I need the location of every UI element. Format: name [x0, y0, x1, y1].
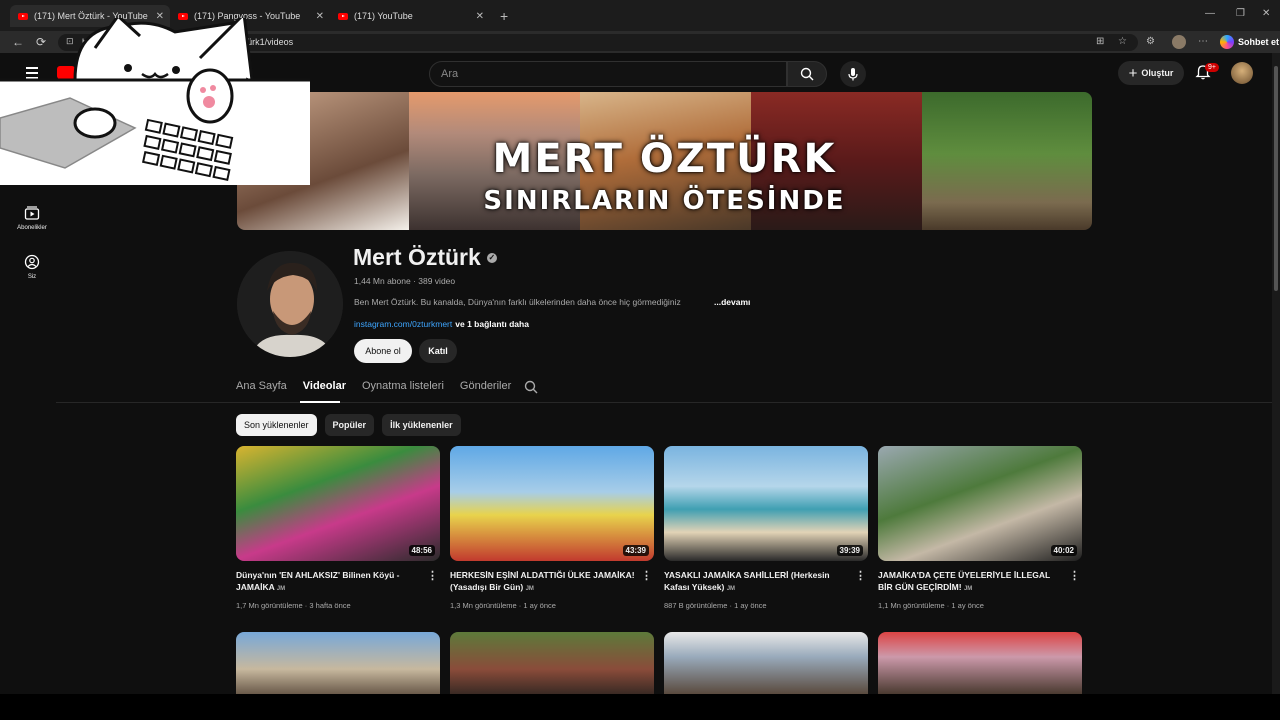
language-tag: JM [525, 586, 534, 592]
description-more-link[interactable]: ...devamı [714, 297, 750, 307]
more-icon[interactable]: ⋯ [1198, 36, 1208, 47]
language-tag: JM [276, 586, 286, 592]
channel-search-icon[interactable] [524, 380, 538, 394]
video-meta: 1,7 Mn görüntüleme · 3 hafta önce [236, 601, 351, 610]
create-button[interactable]: + Oluştur [1118, 61, 1184, 85]
channel-name: Mert Öztürk ✓ [353, 244, 497, 271]
channel-description[interactable]: Ben Mert Öztürk. Bu kanalda, Dünya'nın f… [354, 297, 681, 307]
profile-avatar[interactable] [1172, 35, 1186, 49]
tab-playlists[interactable]: Oynatma listeleri [362, 380, 444, 392]
video-thumbnail[interactable] [878, 632, 1082, 694]
microphone-icon [848, 68, 858, 81]
tab-videos[interactable]: Videolar [303, 380, 346, 392]
close-tab-icon[interactable]: ✕ [316, 11, 324, 22]
banner-title: MERT ÖZTÜRK [492, 136, 837, 182]
channel-banner: MERT ÖZTÜRK SINIRLARIN ÖTESİNDE [237, 92, 1092, 230]
cat-keyboard-sticker [0, 10, 310, 185]
channel-avatar[interactable] [237, 251, 343, 357]
account-avatar[interactable] [1231, 62, 1253, 84]
tab-title: (171) YouTube [354, 11, 413, 21]
active-tab-indicator [300, 401, 340, 403]
video-duration: 48:56 [408, 545, 435, 556]
voice-search-button[interactable] [840, 61, 866, 87]
sidebar-item-subscriptions[interactable]: Abonelikler [8, 205, 56, 231]
copilot-icon [1220, 35, 1234, 49]
video-thumbnail[interactable] [664, 632, 868, 694]
video-card[interactable]: 48:56 Dünya'nın 'EN AHLAKSIZ' Bilinen Kö… [236, 446, 440, 610]
video-meta: 887 B görüntüleme · 1 ay önce [664, 601, 767, 610]
close-tab-icon[interactable]: ✕ [476, 11, 484, 22]
notification-badge: 9+ [1205, 63, 1219, 72]
subscribe-button[interactable]: Abone ol [354, 339, 412, 363]
verified-icon: ✓ [486, 252, 497, 263]
create-label: Oluştur [1141, 68, 1174, 78]
channel-stats: 1,44 Mn abone · 389 video [354, 276, 456, 286]
youtube-favicon-icon [338, 12, 348, 20]
join-button[interactable]: Katıl [419, 339, 457, 363]
search-icon [800, 67, 814, 81]
plus-icon: + [500, 8, 509, 24]
you-icon [24, 254, 40, 270]
minimize-icon[interactable]: — [1205, 8, 1215, 19]
banner-subtitle: SINIRLARIN ÖTESİNDE [483, 186, 846, 216]
maximize-icon[interactable]: ❐ [1236, 8, 1245, 19]
video-title[interactable]: YASAKLI JAMAİKA SAHİLLERİ (Herkesin Kafa… [664, 569, 850, 595]
instagram-link[interactable]: instagram.com/0zturkmert [354, 319, 452, 329]
chip-oldest[interactable]: İlk yüklenenler [382, 414, 461, 436]
search-input[interactable]: Ara [429, 61, 787, 87]
new-tab-button[interactable]: + [492, 5, 516, 27]
channel-links: instagram.com/0zturkmert ve 1 bağlantı da… [354, 319, 529, 329]
favorite-icon[interactable]: ☆ [1118, 36, 1127, 47]
browser-tab[interactable]: (171) YouTube ✕ [330, 5, 490, 27]
extensions-icon[interactable]: ⚙ [1146, 36, 1155, 47]
video-card[interactable]: 39:39 YASAKLI JAMAİKA SAHİLLERİ (Herkesi… [664, 446, 868, 610]
language-tag: JM [963, 586, 973, 592]
video-title[interactable]: Dünya'nın 'EN AHLAKSIZ' Bilinen Köyü - J… [236, 569, 422, 595]
sidebar-item-label: Siz [27, 274, 37, 280]
video-thumbnail[interactable]: 43:39 [450, 446, 654, 561]
more-links-link[interactable]: ve 1 bağlantı daha [455, 319, 529, 329]
plus-icon: + [1128, 64, 1138, 82]
video-meta: 1,1 Mn görüntüleme · 1 ay önce [878, 601, 984, 610]
scrollbar-thumb[interactable] [1274, 66, 1278, 291]
copilot-label: Sohbet et [1238, 37, 1280, 47]
close-window-icon[interactable]: ✕ [1262, 8, 1270, 19]
video-duration: 43:39 [622, 545, 649, 556]
tabs-divider [56, 402, 1272, 403]
more-actions-icon[interactable]: ⋮ [427, 570, 438, 582]
channel-tabs: Ana Sayfa Videolar Oynatma listeleri Gön… [236, 380, 511, 392]
video-duration: 40:02 [1050, 545, 1077, 556]
video-duration: 39:39 [836, 545, 863, 556]
tab-posts[interactable]: Gönderiler [460, 380, 511, 392]
video-title[interactable]: HERKESİN EŞİNİ ALDATTIĞI ÜLKE JAMAİKA! (… [450, 569, 636, 595]
more-actions-icon[interactable]: ⋮ [1069, 570, 1080, 582]
video-thumbnail[interactable] [450, 632, 654, 694]
video-thumbnail[interactable]: 39:39 [664, 446, 868, 561]
tab-home[interactable]: Ana Sayfa [236, 380, 287, 392]
sort-chips: Son yüklenenler Popüler İlk yüklenenler [236, 414, 461, 436]
video-card[interactable]: 40:02 JAMAİKA'DA ÇETE ÜYELERİYLE İLLEGAL… [878, 446, 1082, 610]
chip-popular[interactable]: Popüler [324, 414, 375, 436]
sidebar-item-label: Abonelikler [17, 225, 47, 231]
chip-latest[interactable]: Son yüklenenler [236, 414, 317, 436]
more-actions-icon[interactable]: ⋮ [641, 570, 652, 582]
sidebar-item-you[interactable]: Siz [8, 254, 56, 280]
video-meta: 1,3 Mn görüntüleme · 1 ay önce [450, 601, 556, 610]
subscriptions-icon [24, 206, 40, 220]
video-title[interactable]: JAMAİKA'DA ÇETE ÜYELERİYLE İLLEGAL BİR G… [878, 569, 1064, 595]
channel-name-text: Mert Öztürk [353, 244, 481, 270]
apps-icon[interactable]: ⊞ [1096, 36, 1104, 47]
video-thumbnail[interactable] [236, 632, 440, 694]
language-tag: JM [726, 586, 736, 592]
copilot-button[interactable]: Sohbet et [1220, 35, 1279, 49]
more-actions-icon[interactable]: ⋮ [855, 570, 866, 582]
taskbar-strip [0, 694, 1280, 720]
video-thumbnail[interactable]: 48:56 [236, 446, 440, 561]
video-card[interactable]: 43:39 HERKESİN EŞİNİ ALDATTIĞI ÜLKE JAMA… [450, 446, 654, 610]
video-thumbnail[interactable]: 40:02 [878, 446, 1082, 561]
search-button[interactable] [787, 61, 827, 87]
